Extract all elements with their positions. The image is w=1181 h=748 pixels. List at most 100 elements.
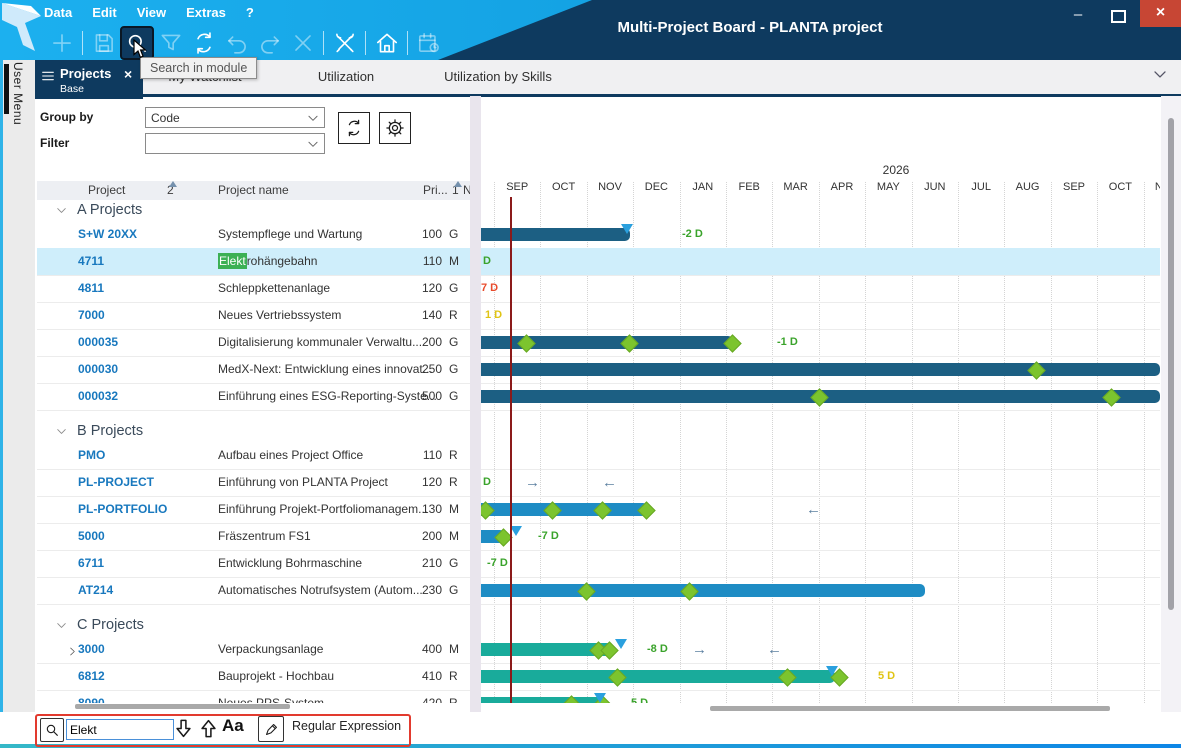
project-row-pmo[interactable]: PMOAufbau eines Project Office110R	[37, 442, 1160, 470]
close-button[interactable]: ×	[1140, 0, 1181, 27]
redo-button[interactable]	[253, 27, 286, 60]
group-header-b-projects[interactable]: B Projects	[37, 420, 1160, 442]
search-previous-button[interactable]	[197, 717, 220, 740]
search-next-button[interactable]	[172, 717, 195, 740]
menu-item-edit[interactable]: Edit	[92, 5, 117, 20]
project-code[interactable]: 000035	[78, 329, 118, 356]
sidebar-handle[interactable]	[4, 64, 9, 114]
menu-item-extras[interactable]: Extras	[186, 5, 226, 20]
col-project-name[interactable]: Project name	[218, 181, 289, 200]
project-code[interactable]: 8090	[78, 690, 105, 703]
panel-splitter[interactable]	[470, 96, 481, 712]
milestone-triangle-icon[interactable]	[615, 639, 627, 649]
project-row-5000[interactable]: 5000Fräszentrum FS1200M-7 D	[37, 523, 1160, 551]
tab-utilization-by-skills[interactable]: Utilization by Skills	[408, 66, 588, 88]
project-code[interactable]: 4711	[78, 248, 104, 275]
menu-item-[interactable]: ?	[246, 5, 254, 20]
filter-dropdown[interactable]	[145, 133, 325, 154]
window-accent-edge	[0, 60, 3, 744]
title-bar: DataEditViewExtras? Multi-Project Board …	[0, 0, 1181, 60]
chevron-down-icon[interactable]	[55, 619, 68, 632]
gantt-bar[interactable]	[481, 228, 630, 241]
calendar-button[interactable]	[412, 27, 445, 60]
group-header-a-projects[interactable]: A Projects	[37, 199, 1160, 221]
save-button[interactable]	[87, 27, 120, 60]
project-row-000032[interactable]: 000032Einführung eines ESG-Reporting-Sys…	[37, 383, 1160, 411]
gantt-bar[interactable]	[481, 503, 648, 516]
project-code[interactable]: 000030	[78, 356, 118, 383]
milestone-triangle-icon[interactable]	[826, 666, 838, 676]
minimize-button[interactable]: –	[1061, 4, 1095, 26]
group-by-dropdown[interactable]: Code	[145, 107, 325, 128]
col-priority[interactable]: Pri...	[423, 181, 448, 200]
expand-chevron-icon[interactable]	[67, 644, 78, 655]
project-code[interactable]: 6812	[78, 663, 105, 690]
project-code[interactable]: PMO	[78, 442, 105, 469]
project-code[interactable]: 4811	[78, 275, 104, 302]
toolbar-separator	[319, 27, 328, 60]
gantt-bar[interactable]	[481, 584, 925, 597]
menu-item-data[interactable]: Data	[44, 5, 72, 20]
user-menu-label[interactable]: User Menu	[11, 62, 25, 182]
refresh-button[interactable]	[187, 27, 220, 60]
project-row-4711[interactable]: 4711Elektrohängebahn110MD	[37, 248, 1160, 276]
highlight-toggle[interactable]	[258, 716, 284, 742]
filter-button[interactable]	[154, 27, 187, 60]
tab-close-icon[interactable]: ×	[124, 66, 132, 82]
project-row-s-w-20xx[interactable]: S+W 20XXSystempflege und Wartung100G-2 D	[37, 221, 1160, 249]
tabbar-chevron-down-icon[interactable]	[1150, 64, 1170, 84]
settings-button[interactable]	[379, 112, 411, 144]
delay-label: 5 D	[878, 663, 895, 690]
regex-label[interactable]: Regular Expression	[292, 719, 401, 733]
gantt-hscrollbar-thumb[interactable]	[710, 706, 1110, 711]
home-button[interactable]	[370, 27, 403, 60]
chevron-down-icon[interactable]	[55, 204, 68, 217]
project-code[interactable]: 7000	[78, 302, 105, 329]
project-row-6812[interactable]: 6812Bauprojekt - Hochbau410R5 D	[37, 663, 1160, 691]
project-row-6711[interactable]: 6711Entwicklung Bohrmaschine210G-7 D	[37, 550, 1160, 578]
project-code[interactable]: 000032	[78, 383, 118, 410]
project-row-000035[interactable]: 000035Digitalisierung kommunaler Verwalt…	[37, 329, 1160, 357]
project-row-4811[interactable]: 4811Schleppkettenanlage120G7 D	[37, 275, 1160, 303]
project-row-pl-project[interactable]: PL-PROJECTEinführung von PLANTA Project1…	[37, 469, 1160, 497]
tools-button[interactable]	[328, 27, 361, 60]
gantt-bar[interactable]	[481, 697, 605, 703]
project-row-3000[interactable]: 3000Verpackungsanlage400M-8 D→←	[37, 636, 1160, 664]
project-code[interactable]: PL-PORTFOLIO	[78, 496, 167, 523]
project-row-pl-portfolio[interactable]: PL-PORTFOLIOEinführung Projekt-Portfolio…	[37, 496, 1160, 524]
project-code[interactable]: 6711	[78, 550, 104, 577]
vertical-scrollbar-thumb[interactable]	[1168, 118, 1174, 610]
project-row-8090[interactable]: 8090Neues PPS-System420R5 D	[37, 690, 1160, 703]
maximize-button[interactable]	[1101, 4, 1135, 26]
tab-projects-active[interactable]: Projects × Base	[35, 60, 143, 99]
menu-item-view[interactable]: View	[137, 5, 166, 20]
project-code[interactable]: 3000	[78, 636, 105, 663]
project-code[interactable]: AT214	[78, 577, 113, 604]
milestone-triangle-icon[interactable]	[594, 693, 606, 703]
project-row-000030[interactable]: 000030MedX-Next: Entwicklung eines innov…	[37, 356, 1160, 384]
group-by-label: Group by	[40, 110, 93, 124]
project-priority: 210	[380, 550, 442, 577]
chevron-down-icon[interactable]	[55, 425, 68, 438]
hamburger-icon[interactable]	[40, 68, 56, 84]
refresh-module-button[interactable]	[338, 112, 370, 144]
col-project[interactable]: Project	[88, 181, 125, 200]
project-row-at214[interactable]: AT214Automatisches Notrufsystem (Autom..…	[37, 577, 1160, 605]
match-case-toggle[interactable]: Aa	[222, 716, 244, 736]
chevron-down-icon	[306, 137, 320, 151]
project-code[interactable]: PL-PROJECT	[78, 469, 154, 496]
delete-button[interactable]	[286, 27, 319, 60]
milestone-triangle-icon[interactable]	[621, 224, 633, 234]
search-input[interactable]	[66, 719, 174, 740]
add-button[interactable]	[45, 27, 78, 60]
group-header-c-projects[interactable]: C Projects	[37, 614, 1160, 636]
project-row-7000[interactable]: 7000Neues Vertriebssystem140R1 D	[37, 302, 1160, 330]
undo-button[interactable]	[220, 27, 253, 60]
search-icon[interactable]	[40, 718, 64, 742]
project-code[interactable]: 5000	[78, 523, 105, 550]
project-name: Neues PPS-System	[218, 690, 324, 703]
project-code[interactable]: S+W 20XX	[78, 221, 137, 248]
gantt-bar[interactable]	[481, 363, 1160, 376]
project-priority: 410	[380, 663, 442, 690]
table-hscrollbar-thumb[interactable]	[75, 704, 290, 709]
